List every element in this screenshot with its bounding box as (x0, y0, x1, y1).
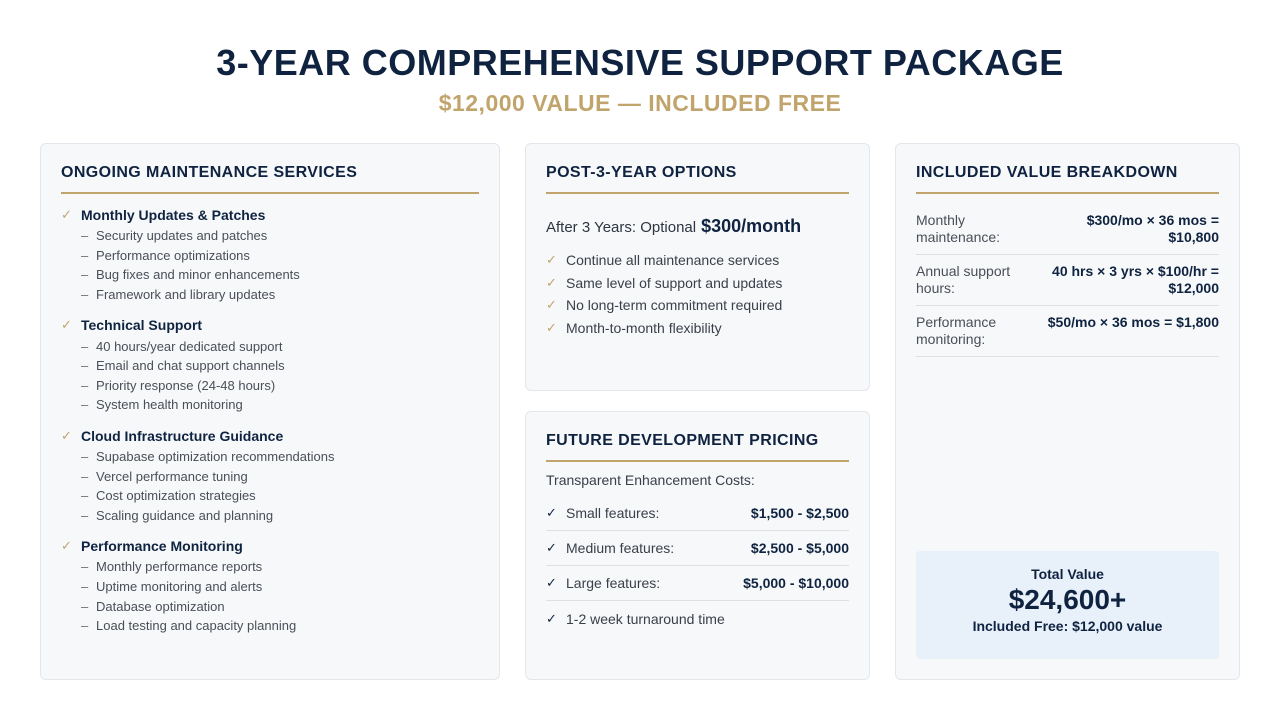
post-price: $300/month (701, 216, 802, 236)
dash-bullet: – (81, 377, 89, 393)
row-calc: $50/mo × 36 mos = $1,800 (1047, 314, 1219, 330)
list-item: Same level of support and updates (566, 274, 783, 291)
maintenance-group: ✓ Cloud Infrastructure Guidance – Supabase… (61, 425, 479, 525)
turnaround-note: 1-2 week turnaround time (566, 611, 725, 627)
dash-bullet: – (81, 598, 89, 614)
table-row: ✓ Large features: $5,000 - $10,000 (546, 566, 849, 601)
dash-bullet: – (81, 507, 89, 523)
group-title: Technical Support (81, 317, 203, 334)
post-price-line: After 3 Years: Optional $300/month (546, 216, 849, 237)
row-calc: $300/mo × 36 mos = $10,800 (1086, 212, 1219, 245)
checkmark-icon: ✓ (546, 611, 557, 626)
list-item: Supabase optimization recommendations (96, 449, 335, 465)
list-item: System health monitoring (96, 397, 243, 413)
list-item: Framework and library updates (96, 287, 276, 303)
dash-bullet: – (81, 559, 89, 575)
row-label: Annual support hours: (916, 263, 1011, 296)
row-label: Large features: (566, 575, 661, 591)
checkmark-icon: ✓ (546, 297, 557, 313)
value-breakdown-heading: INCLUDED VALUE BREAKDOWN (916, 164, 1219, 194)
checkmark-icon: ✓ (546, 540, 557, 555)
dash-bullet: – (81, 358, 89, 374)
list-item: Scaling guidance and planning (96, 507, 274, 523)
list-item: Uptime monitoring and alerts (96, 579, 263, 595)
table-row: Annual support hours: 40 hrs × 3 yrs × $… (916, 255, 1219, 306)
list-item: 40 hours/year dedicated support (96, 338, 283, 354)
total-note: Included Free: $12,000 value (972, 618, 1163, 634)
value-breakdown-card: INCLUDED VALUE BREAKDOWN Monthly mainten… (895, 143, 1240, 680)
dash-bullet: – (81, 618, 89, 634)
dash-bullet: – (81, 287, 89, 303)
maintenance-heading: ONGOING MAINTENANCE SERVICES (61, 164, 479, 194)
checkmark-icon: ✓ (61, 317, 72, 333)
row-calc: 40 hrs × 3 yrs × $100/hr = $12,000 (1052, 263, 1219, 296)
dash-bullet: – (81, 579, 89, 595)
dash-bullet: – (81, 397, 89, 413)
row-label: Monthly maintenance: (916, 212, 1001, 245)
page-subtitle: $12,000 VALUE — INCLUDED FREE (438, 90, 842, 116)
post-options-heading: POST-3-YEAR OPTIONS (546, 164, 849, 194)
future-pricing-card: FUTURE DEVELOPMENT PRICING Transparent E… (525, 411, 870, 680)
checkmark-icon: ✓ (546, 505, 557, 520)
list-item: No long-term commitment required (566, 297, 783, 314)
table-row: ✓ Medium features: $2,500 - $5,000 (546, 531, 849, 566)
row-label: Small features: (566, 505, 660, 521)
row-amount: $5,000 - $10,000 (743, 575, 849, 591)
list-item: Email and chat support channels (96, 358, 285, 374)
post-price-prefix: After 3 Years: Optional (546, 219, 697, 236)
total-value: $24,600+ (1008, 584, 1127, 615)
page-title: 3-YEAR COMPREHENSIVE SUPPORT PACKAGE (216, 42, 1064, 83)
maintenance-card: ONGOING MAINTENANCE SERVICES ✓ Monthly Up… (40, 143, 500, 680)
checkmark-icon: ✓ (61, 207, 72, 222)
checkmark-icon: ✓ (546, 575, 557, 590)
checkmark-icon: ✓ (61, 427, 72, 443)
table-row: ✓ Small features: $1,500 - $2,500 (546, 496, 849, 531)
checkmark-icon: ✓ (546, 274, 557, 290)
group-title: Cloud Infrastructure Guidance (81, 427, 284, 444)
list-item: Performance optimizations (96, 247, 250, 263)
table-row: Performance monitoring: $50/mo × 36 mos … (916, 306, 1219, 357)
list-item: Bug fixes and minor enhancements (96, 267, 300, 283)
total-value-box: Total Value $24,600+ Included Free: $12,… (916, 551, 1219, 659)
list-item: Vercel performance tuning (96, 468, 248, 484)
maintenance-group: ✓ Monthly Updates & Patches – Security upd… (61, 204, 479, 304)
list-item: Database optimization (96, 598, 225, 614)
row-amount: $2,500 - $5,000 (750, 540, 849, 556)
post-options-card: POST-3-YEAR OPTIONS After 3 Years: Optio… (525, 143, 870, 391)
list-item: Load testing and capacity planning (96, 618, 297, 634)
checkmark-icon: ✓ (61, 538, 72, 554)
list-item: Security updates and patches (96, 228, 268, 244)
future-pricing-heading: FUTURE DEVELOPMENT PRICING (546, 432, 849, 462)
future-intro: Transparent Enhancement Costs: (546, 472, 755, 488)
checkmark-icon: ✓ (546, 319, 557, 335)
dash-bullet: – (81, 338, 89, 354)
row-label: Performance monitoring: (916, 314, 997, 347)
row-amount: $1,500 - $2,500 (750, 505, 849, 521)
maintenance-group: ✓ Performance Monitoring – Monthly perform… (61, 535, 479, 635)
row-label: Medium features: (566, 540, 675, 556)
dash-bullet: – (81, 228, 89, 244)
dash-bullet: – (81, 247, 89, 263)
list-item: Priority response (24-48 hours) (96, 377, 276, 393)
list-item: Continue all maintenance services (566, 252, 780, 269)
list-item: Cost optimization strategies (96, 488, 256, 504)
total-label: Total Value (1031, 566, 1104, 582)
dash-bullet: – (81, 468, 89, 484)
table-row: Monthly maintenance: $300/mo × 36 mos = … (916, 204, 1219, 255)
turnaround-row: ✓ 1-2 week turnaround time (546, 601, 849, 637)
maintenance-group: ✓ Technical Support –40 hours/year dedica… (61, 314, 479, 414)
dash-bullet: – (81, 449, 89, 465)
group-title: Monthly Updates & Patches (81, 207, 266, 223)
list-item: Monthly performance reports (96, 559, 263, 575)
group-title: Performance Monitoring (81, 538, 243, 555)
checkmark-icon: ✓ (546, 252, 557, 268)
dash-bullet: – (81, 488, 89, 504)
list-item: Month-to-month flexibility (566, 319, 722, 336)
dash-bullet: – (81, 267, 89, 283)
